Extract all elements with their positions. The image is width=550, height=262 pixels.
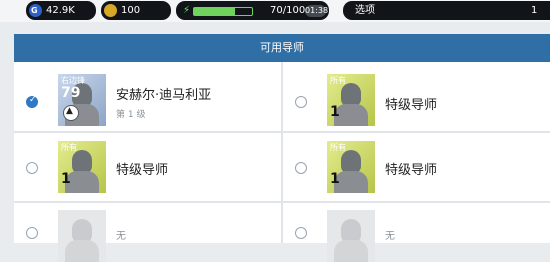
energy-bar-fill bbox=[194, 8, 235, 15]
coach-portrait: 所有 1 bbox=[327, 74, 375, 126]
empty-slot-label: 无 bbox=[385, 231, 395, 242]
coach-name: 特级导师 bbox=[385, 98, 438, 113]
top-status-bar: G 42.9K 100 ⚡ 70/100 01:38 选项 1 bbox=[0, 0, 550, 22]
portrait-tag: 所有 bbox=[61, 143, 77, 152]
portrait-level: 1 bbox=[330, 104, 340, 120]
empty-portrait bbox=[58, 210, 106, 262]
energy-pill: ⚡ 70/100 01:38 bbox=[176, 1, 329, 20]
coach-grid: ✓ 右边锋 79 ▲ 安赫尔·迪马利亚 第 1 级 所有 1 特级导师 所有 1… bbox=[14, 62, 550, 262]
coach-card[interactable]: 所有 1 特级导师 bbox=[283, 62, 550, 131]
gp-pill: G 42.9K bbox=[26, 1, 96, 20]
portrait-body bbox=[65, 240, 99, 262]
coach-level: 第 1 级 bbox=[116, 110, 146, 120]
rank-badge: ▲ bbox=[63, 105, 79, 121]
triangle-icon: ▲ bbox=[66, 106, 73, 116]
options-pill[interactable]: 选项 1 bbox=[343, 1, 550, 20]
energy-bar bbox=[193, 7, 253, 16]
coach-portrait: 所有 1 bbox=[327, 141, 375, 193]
portrait-tag: 所有 bbox=[330, 143, 346, 152]
radio-unselected[interactable] bbox=[26, 162, 38, 174]
energy-bolt-icon: ⚡ bbox=[183, 5, 191, 16]
coach-card[interactable]: ✓ 右边锋 79 ▲ 安赫尔·迪马利亚 第 1 级 bbox=[14, 62, 281, 131]
energy-value: 70/100 bbox=[270, 5, 306, 16]
portrait-body bbox=[334, 240, 368, 262]
radio-unselected[interactable] bbox=[26, 227, 38, 239]
coach-card[interactable]: 所有 1 特级导师 bbox=[283, 133, 550, 201]
options-value: 1 bbox=[531, 5, 538, 16]
coins-value: 100 bbox=[121, 5, 141, 16]
coach-name: 特级导师 bbox=[116, 163, 169, 178]
empty-slot-label: 无 bbox=[116, 231, 126, 242]
portrait-level: 1 bbox=[61, 171, 71, 187]
coach-name: 安赫尔·迪马利亚 bbox=[116, 88, 212, 103]
coach-name: 特级导师 bbox=[385, 163, 438, 178]
radio-unselected[interactable] bbox=[295, 162, 307, 174]
portrait-rating: 79 bbox=[61, 85, 81, 101]
empty-portrait bbox=[327, 210, 375, 262]
radio-unselected[interactable] bbox=[295, 96, 307, 108]
panel-title: 可用导师 bbox=[14, 34, 550, 62]
radio-selected[interactable]: ✓ bbox=[26, 95, 38, 108]
coach-card-empty[interactable]: 无 bbox=[14, 203, 281, 262]
checkmark-icon: ✓ bbox=[29, 95, 37, 105]
coach-card-empty[interactable]: 无 bbox=[283, 203, 550, 262]
gp-value: 42.9K bbox=[46, 5, 75, 16]
coach-card[interactable]: 所有 1 特级导师 bbox=[14, 133, 281, 201]
coins-pill: 100 bbox=[101, 1, 171, 20]
options-label: 选项 bbox=[355, 5, 375, 16]
coin-icon bbox=[104, 4, 117, 17]
coach-portrait: 右边锋 79 ▲ bbox=[58, 74, 106, 126]
radio-unselected[interactable] bbox=[295, 227, 307, 239]
portrait-level: 1 bbox=[330, 171, 340, 187]
portrait-tag: 所有 bbox=[330, 76, 346, 85]
coach-portrait: 所有 1 bbox=[58, 141, 106, 193]
energy-timer: 01:38 bbox=[305, 5, 329, 17]
